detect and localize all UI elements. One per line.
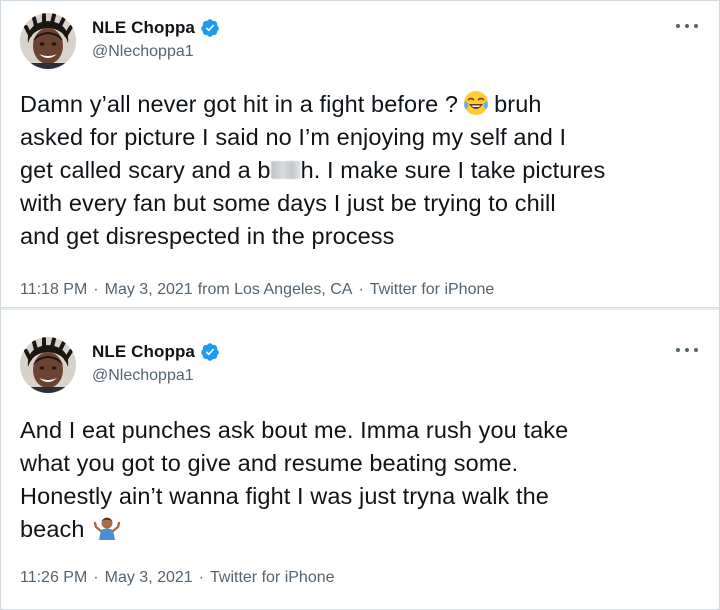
tweet-text: Damn y’all never got hit in a fight befo… — [20, 88, 710, 253]
tweet-time[interactable]: 11:26 PM — [20, 569, 87, 587]
more-options-icon[interactable] — [676, 16, 698, 36]
display-name[interactable]: NLE Choppa — [92, 342, 195, 362]
tweet-source[interactable]: Twitter for iPhone — [370, 281, 495, 299]
more-options-icon[interactable] — [676, 340, 698, 360]
tweet-text-part: Damn y’all never got hit in a fight befo… — [20, 91, 459, 117]
handle[interactable]: @Nlechoppa1 — [92, 367, 194, 385]
tweet-card-2[interactable]: NLE Choppa @Nlechoppa1 And I eat punches… — [0, 310, 720, 610]
tweet-text: And I eat punches ask bout me. Imma rush… — [20, 414, 710, 546]
tweet-date[interactable]: May 3, 2021 — [105, 569, 193, 587]
tweet-source[interactable]: Twitter for iPhone — [210, 569, 335, 587]
tweet-location[interactable]: from Los Angeles, CA — [198, 281, 353, 299]
tweet-meta: 11:26 PM · May 3, 2021 · Twitter for iPh… — [20, 569, 335, 587]
avatar[interactable] — [20, 13, 76, 69]
censored-word — [270, 161, 301, 179]
meta-separator: · — [198, 569, 205, 586]
meta-separator: · — [93, 281, 99, 298]
tweet-card-1[interactable]: NLE Choppa @Nlechoppa1 Damn y’all never … — [0, 0, 720, 308]
display-name[interactable]: NLE Choppa — [92, 18, 195, 38]
meta-separator: · — [358, 281, 364, 298]
avatar[interactable] — [20, 337, 76, 393]
verified-badge-icon — [200, 18, 220, 38]
tears-of-joy-emoji-icon — [462, 89, 490, 117]
verified-badge-icon — [200, 342, 220, 362]
tweet-text-part: bruh — [494, 91, 542, 117]
meta-separator: · — [93, 569, 99, 586]
tweet-meta: 11:18 PM · May 3, 2021 from Los Angeles,… — [20, 281, 494, 299]
handle[interactable]: @Nlechoppa1 — [92, 43, 194, 61]
tweet-date[interactable]: May 3, 2021 — [105, 281, 193, 299]
man-shrugging-emoji-icon — [93, 514, 121, 542]
tweet-time[interactable]: 11:18 PM — [20, 281, 87, 299]
